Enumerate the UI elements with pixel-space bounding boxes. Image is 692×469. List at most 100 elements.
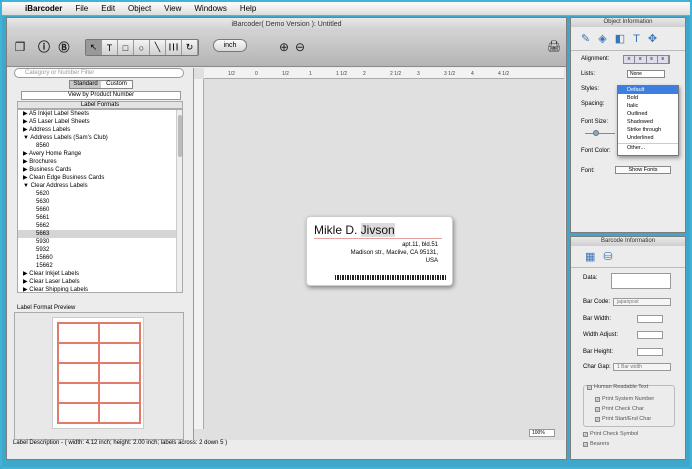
format-list-item[interactable]: ▼ Address Labels (Sam's Club) — [18, 134, 182, 142]
bar-width-field[interactable] — [637, 315, 663, 323]
arrange-icon[interactable]: ✥ — [648, 32, 657, 45]
style-shadowed[interactable]: Shadowed — [618, 118, 678, 126]
format-list-item[interactable]: 5662 — [18, 222, 182, 230]
menu-ibarcoder[interactable]: iBarcoder — [25, 4, 62, 13]
pointer-tool-icon[interactable]: ↖ — [86, 40, 102, 55]
main-window: iBarcoder( Demo Version ): Untitled ❐ ⓘ … — [6, 17, 567, 460]
bar-code-select[interactable]: japanpost — [613, 298, 671, 306]
format-list-item[interactable]: 5630 — [18, 198, 182, 206]
format-list-item[interactable]: 5661 — [18, 214, 182, 222]
styles-popup-menu[interactable]: Default Bold Italic Outlined Shadowed St… — [617, 85, 679, 156]
format-list-item[interactable]: ▶ Clear Laser Labels — [18, 278, 182, 286]
object-fill-icon[interactable]: ◈ — [598, 32, 606, 45]
char-gap-select[interactable]: 1 Bar width — [613, 363, 671, 371]
format-list-item[interactable]: ▶ A5 Inkjet Label Sheets — [18, 110, 182, 118]
text-style-icon[interactable]: T — [633, 33, 640, 45]
format-list-item[interactable]: ▶ A5 Laser Label Sheets — [18, 118, 182, 126]
format-list-item[interactable]: 5932 — [18, 246, 182, 254]
zoom-out-icon[interactable]: ⊖ — [293, 39, 307, 54]
scroll-thumb[interactable] — [178, 115, 182, 157]
format-list-item[interactable]: 15662 — [18, 262, 182, 270]
format-list-item[interactable]: 15660 — [18, 254, 182, 262]
align-center-icon[interactable]: ≡ — [635, 56, 647, 63]
text-layout-icon[interactable]: ✎ — [581, 32, 590, 45]
print-check-symbol-checkbox[interactable]: ✓ Print Check Symbol — [583, 431, 638, 437]
barcode-graphic[interactable] — [335, 275, 447, 280]
align-left-icon[interactable]: ≡ — [624, 56, 636, 63]
print-check-char-checkbox[interactable]: ✓ Print Check Char — [595, 406, 644, 412]
format-list-item[interactable]: ▶ Avery Home Range — [18, 150, 182, 158]
zoom-select[interactable]: 100% — [529, 429, 555, 437]
address-line-1: apt.11, bld.51 — [402, 242, 438, 248]
toolbar: ❐ ⓘ Ⓑ ↖ T □ ○ ╲ ┃┃┃ ↻ inch ⊕ ⊖ 🖨 — [7, 31, 566, 67]
category-filter-input[interactable]: Category or Number Filter — [14, 68, 184, 78]
zoom-in-icon[interactable]: ⊕ — [277, 39, 291, 54]
width-adjust-field[interactable] — [637, 331, 663, 339]
format-segmented-control: Standard Custom — [69, 80, 133, 89]
view-by-product-button[interactable]: View by Product Number — [21, 91, 181, 100]
barcode-b-icon[interactable]: Ⓑ — [57, 39, 71, 54]
style-bold[interactable]: Bold — [618, 94, 678, 102]
print-icon[interactable]: 🖨 — [547, 39, 561, 54]
data-field[interactable] — [611, 273, 671, 289]
align-right-icon[interactable]: ≡ — [646, 56, 658, 63]
rotate-tool-icon[interactable]: ↻ — [182, 40, 198, 55]
menu-windows[interactable]: Windows — [194, 4, 226, 13]
bar-height-field[interactable] — [637, 348, 663, 356]
print-start-end-checkbox[interactable]: ✓ Print Start/End Char — [595, 416, 651, 422]
label-name-text[interactable]: Mikle D. Jivson — [314, 223, 395, 237]
show-fonts-button[interactable]: Show Fonts — [615, 166, 671, 174]
format-list-item[interactable]: ▶ Address Labels — [18, 126, 182, 134]
lists-select[interactable]: None — [627, 70, 665, 78]
barcode-tool-icon[interactable]: ┃┃┃ — [166, 40, 182, 55]
font-size-knob[interactable] — [593, 130, 599, 136]
ruler-mark: 4 1/2 — [498, 71, 510, 77]
format-list-item[interactable]: 5620 — [18, 190, 182, 198]
barcode-settings-icon[interactable]: ▦ — [585, 250, 595, 263]
address-text[interactable]: apt.11, bld.51 Madison str., Maclive, CA… — [351, 241, 438, 265]
custom-tab[interactable]: Custom — [101, 81, 132, 88]
format-list-item[interactable]: 8560 — [18, 142, 182, 150]
standard-tab[interactable]: Standard — [70, 81, 101, 88]
format-list-item[interactable]: ▼ Clear Address Labels — [18, 182, 182, 190]
ellipse-tool-icon[interactable]: ○ — [134, 40, 150, 55]
char-gap-label: Char Gap: — [583, 364, 611, 370]
style-strike[interactable]: Strike through — [618, 126, 678, 134]
align-justify-icon[interactable]: ≡ — [657, 56, 669, 63]
print-system-number-checkbox[interactable]: ✓ Print System Number — [595, 396, 654, 402]
format-list-item[interactable]: ▶ Clean Edge Business Cards — [18, 174, 182, 182]
list-scrollbar[interactable] — [176, 110, 182, 292]
font-size-slider[interactable] — [585, 133, 615, 134]
menu-edit[interactable]: Edit — [101, 4, 115, 13]
info-icon[interactable]: ⓘ — [37, 39, 51, 54]
rectangle-tool-icon[interactable]: □ — [118, 40, 134, 55]
format-list-item[interactable]: ▶ Business Cards — [18, 166, 182, 174]
label-design[interactable]: Mikle D. Jivson apt.11, bld.51 Madison s… — [306, 216, 453, 286]
object-shape-icon[interactable]: ◧ — [615, 32, 625, 45]
format-list-item[interactable]: 5663 — [18, 230, 182, 238]
format-list-item[interactable]: 5930 — [18, 238, 182, 246]
menu-view[interactable]: View — [164, 4, 181, 13]
menu-object[interactable]: Object — [128, 4, 151, 13]
new-document-icon[interactable]: ❐ — [13, 39, 27, 54]
format-list-item[interactable]: ▶ Brochures — [18, 158, 182, 166]
style-underlined[interactable]: Underlined — [618, 134, 678, 142]
ruler-mark: 1/2 — [228, 71, 235, 77]
bearers-checkbox[interactable]: ✓ Bearers — [583, 441, 609, 447]
style-italic[interactable]: Italic — [618, 102, 678, 110]
menu-file[interactable]: File — [75, 4, 88, 13]
format-list-item[interactable]: ▶ Clear Shipping Labels — [18, 286, 182, 292]
design-canvas[interactable]: 1/2 0 1/2 1 1 1/2 2 2 1/2 3 3 1/2 4 4 1/2 Mikle D.… — [193, 68, 565, 440]
human-readable-checkbox[interactable]: ✓ Human Readable Text — [587, 384, 648, 390]
text-tool-icon[interactable]: T — [102, 40, 118, 55]
style-default[interactable]: Default — [618, 86, 678, 94]
barcode-database-icon[interactable]: ⛁ — [603, 250, 612, 263]
format-list-item[interactable]: 5660 — [18, 206, 182, 214]
units-button[interactable]: inch — [213, 39, 247, 52]
line-tool-icon[interactable]: ╲ — [150, 40, 166, 55]
style-outlined[interactable]: Outlined — [618, 110, 678, 118]
style-other[interactable]: Other... — [618, 144, 678, 152]
label-formats-list[interactable]: ▶ A5 Inkjet Label Sheets ▶ A5 Laser Label… — [17, 109, 183, 293]
menu-help[interactable]: Help — [240, 4, 256, 13]
format-list-item[interactable]: ▶ Clear Inkjet Labels — [18, 270, 182, 278]
